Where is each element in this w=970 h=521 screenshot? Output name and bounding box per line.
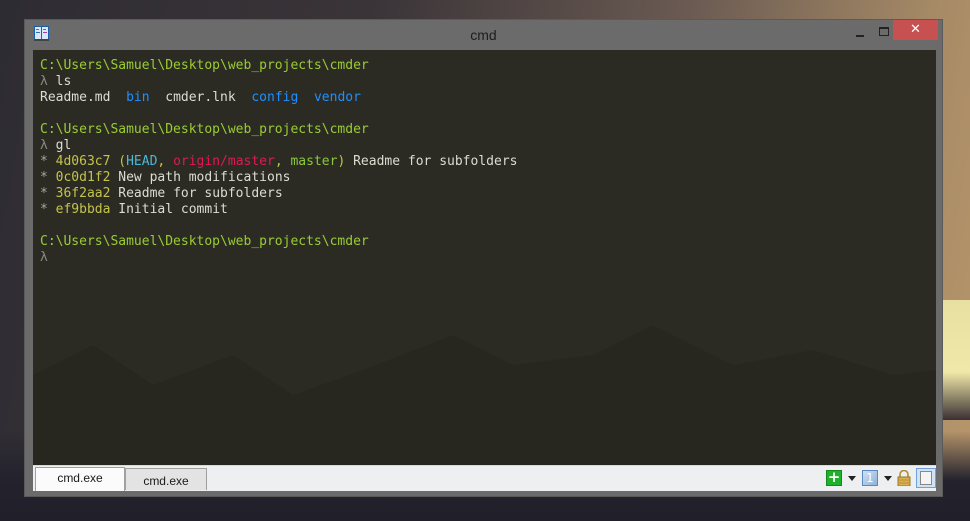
console-list-icon: 1 [866, 471, 874, 485]
commit-hash: 0c0d1f2 [55, 170, 111, 185]
graph-star: * [40, 202, 48, 217]
git-log-line: * 4d063c7 (HEAD, origin/master, master) … [40, 154, 936, 170]
graph-star: * [40, 170, 48, 185]
prompt-lambda: λ [40, 138, 48, 153]
ref-sep: , [157, 154, 174, 169]
ls-item: bin [126, 90, 150, 105]
commit-message: Readme for subfolders [118, 186, 283, 201]
git-log-line: * 36f2aa2 Readme for subfolders [40, 186, 936, 202]
commit-message: Readme for subfolders [353, 154, 518, 169]
prompt-path: C:\Users\Samuel\Desktop\web_projects\cmd… [40, 122, 369, 137]
ref-sep: , [274, 154, 291, 169]
prompt-path-line: C:\Users\Samuel\Desktop\web_projects\cmd… [40, 58, 936, 74]
ref-remote-branch: origin/master [173, 154, 275, 169]
cmder-window: cmd ✕ C:\Users\Samuel\Desktop\web_projec… [24, 19, 943, 497]
graph-star: * [40, 186, 48, 201]
tab-bar: cmd.exe cmd.exe + 1 [33, 465, 936, 491]
split-view-button[interactable] [916, 468, 936, 488]
command-input-line[interactable]: λ [40, 250, 936, 266]
ls-item: config [251, 90, 299, 105]
git-log-line: * ef9bbda Initial commit [40, 202, 936, 218]
prompt-lambda: λ [40, 250, 48, 265]
command-text: gl [55, 138, 72, 153]
title-bar[interactable]: cmd ✕ [25, 20, 942, 52]
commit-hash: 36f2aa2 [55, 186, 111, 201]
commit-hash: ef9bbda [55, 202, 111, 217]
git-log-line: * 0c0d1f2 New path modifications [40, 170, 936, 186]
window-title: cmd [470, 27, 497, 43]
prompt-path: C:\Users\Samuel\Desktop\web_projects\cmd… [40, 234, 369, 249]
close-icon: ✕ [910, 22, 921, 37]
command-line: λ gl [40, 138, 936, 154]
tab-cmd-exe-1[interactable]: cmd.exe [35, 467, 125, 491]
prompt-path: C:\Users\Samuel\Desktop\web_projects\cmd… [40, 58, 369, 73]
console-list-button[interactable]: 1 [862, 470, 878, 486]
refs-close: ) [337, 154, 346, 169]
prompt-path-line: C:\Users\Samuel\Desktop\web_projects\cmd… [40, 234, 936, 250]
prompt-path-line: C:\Users\Samuel\Desktop\web_projects\cmd… [40, 122, 936, 138]
console-list-dropdown-icon[interactable] [884, 476, 892, 481]
prompt-lambda: λ [40, 74, 48, 89]
ls-item: vendor [313, 90, 361, 105]
ref-local-branch: master [290, 154, 338, 169]
commit-hash: 4d063c7 [55, 154, 111, 169]
ref-head: HEAD [126, 154, 158, 169]
add-console-dropdown-icon[interactable] [848, 476, 856, 481]
refs-open: ( [118, 154, 127, 169]
command-text: ls [55, 74, 72, 89]
graph-star: * [40, 154, 48, 169]
terminal-output[interactable]: C:\Users\Samuel\Desktop\web_projects\cmd… [33, 50, 936, 465]
command-line: λ ls [40, 74, 936, 90]
commit-message: New path modifications [118, 170, 291, 185]
lock-icon[interactable] [897, 470, 911, 486]
close-button[interactable]: ✕ [893, 20, 938, 40]
add-console-icon: + [827, 468, 841, 486]
tab-cmd-exe-2[interactable]: cmd.exe [125, 468, 207, 490]
ls-output-line: Readme.md bin cmder.lnk config vendor [40, 90, 936, 106]
commit-message: Initial commit [118, 202, 228, 217]
ls-item: Readme.md [40, 90, 111, 105]
ls-item: cmder.lnk [165, 90, 236, 105]
add-console-button[interactable]: + [826, 470, 842, 486]
background-mountains [33, 325, 936, 465]
